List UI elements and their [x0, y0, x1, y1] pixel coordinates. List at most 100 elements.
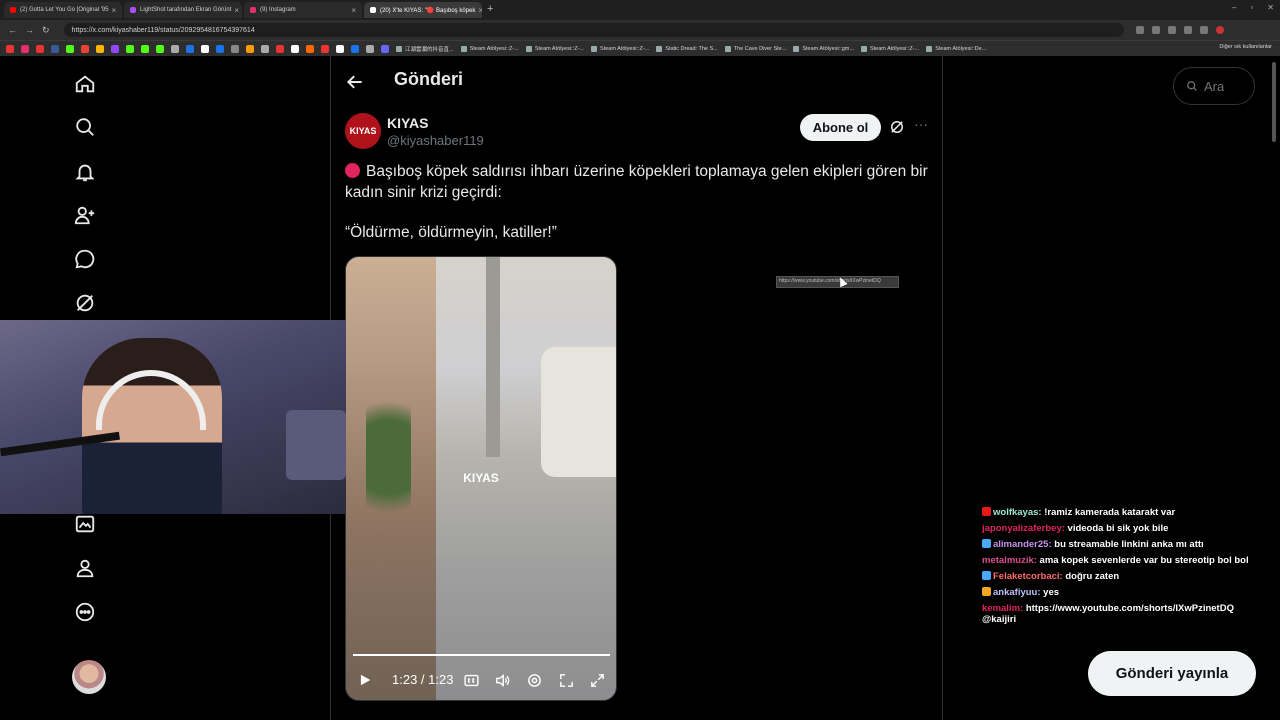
bookmark-icon[interactable]	[231, 44, 239, 53]
extension-icon[interactable]	[1151, 26, 1160, 34]
bookmark-icon[interactable]	[186, 44, 194, 53]
bookmark-link[interactable]: Static Dread: The S...	[656, 45, 718, 52]
video-progress-bar[interactable]	[353, 654, 610, 656]
bookmark-icon[interactable]	[261, 44, 269, 53]
extension-icon[interactable]	[1183, 26, 1192, 34]
red-circle-emoji-icon	[345, 163, 360, 178]
search-icon[interactable]	[72, 114, 98, 140]
follow-icon[interactable]	[72, 202, 98, 228]
video-frame-car	[541, 347, 616, 477]
bookmark-link[interactable]: Steam Atölyesi::Z-...	[525, 45, 584, 52]
sub-badge-icon	[982, 571, 991, 580]
scrollbar-thumb[interactable]	[1272, 62, 1276, 142]
author-avatar[interactable]: KIYAS	[345, 113, 381, 149]
bookmark-icon[interactable]	[201, 44, 209, 53]
bookmark-icon[interactable]	[276, 44, 284, 53]
bookmark-icon[interactable]	[156, 44, 164, 53]
settings-gear-icon[interactable]	[526, 672, 543, 689]
bookmark-link[interactable]: Steam Atölyesi::Z-...	[591, 45, 649, 52]
messages-icon[interactable]	[72, 246, 98, 272]
author-name[interactable]: KIYAS	[387, 115, 429, 131]
bookmark-icon[interactable]	[366, 44, 374, 53]
more-icon[interactable]	[72, 599, 98, 625]
bookmark-icon[interactable]	[171, 44, 179, 53]
bookmarks-bar: 江湖雲瀾的抖音直... Steam Atölyesi::Z-... Steam …	[0, 40, 1280, 56]
new-tab-icon[interactable]: +	[487, 3, 493, 15]
back-icon[interactable]: ←	[8, 25, 17, 35]
bookmark-icon[interactable]	[51, 44, 59, 53]
bookmark-link[interactable]: Steam Atölyesi::gm...	[793, 45, 854, 52]
bookmark-icon[interactable]	[6, 44, 14, 53]
bookmark-link[interactable]: Steam Atölyesi::De...	[926, 45, 986, 52]
profile-icon[interactable]	[72, 555, 98, 581]
publish-post-button[interactable]: Gönderi yayınla	[1088, 651, 1256, 696]
bookmark-link[interactable]: 江湖雲瀾的抖音直...	[396, 45, 454, 53]
maximize-icon[interactable]: ▫	[1250, 3, 1253, 12]
lightshot-favicon-icon	[130, 7, 136, 13]
bookmark-link[interactable]: The Cave Diver Ste...	[724, 45, 786, 52]
other-bookmarks-folder[interactable]: Diğer sık kullanılanlar	[1219, 44, 1272, 50]
close-tab-icon[interactable]: ×	[348, 6, 356, 15]
bookmark-icon[interactable]	[351, 44, 359, 53]
subscribe-button[interactable]: Abone ol	[800, 114, 881, 141]
browser-tab-bar: (2) Gotta Let You Go [Original '95 × Ligh…	[0, 0, 1280, 20]
grok-icon[interactable]	[888, 118, 906, 136]
volume-icon[interactable]	[494, 672, 511, 689]
browser-tab[interactable]: (9) Instagram ×	[244, 2, 362, 18]
premium-icon[interactable]	[72, 511, 98, 537]
extension-icon[interactable]	[1135, 26, 1144, 34]
browser-tab[interactable]: (2) Gotta Let You Go [Original '95 ×	[4, 2, 122, 18]
chat-message: alimander25: bu streamable linkini anka …	[982, 539, 1272, 550]
video-watermark: KIYAS	[463, 471, 499, 485]
video-time: 1:23 / 1:23	[392, 672, 454, 687]
url-input[interactable]: https://x.com/kiyashaber119/status/20929…	[63, 23, 1124, 37]
close-window-icon[interactable]: ✕	[1267, 3, 1274, 12]
close-tab-icon[interactable]: ×	[109, 6, 117, 15]
extension-icon[interactable]	[1167, 26, 1176, 34]
kick-badge-icon	[982, 507, 991, 516]
bookmark-link[interactable]: Steam Atölyesi::Z-...	[460, 45, 519, 52]
close-tab-icon[interactable]: ×	[231, 6, 239, 15]
more-options-icon[interactable]: ···	[912, 117, 930, 136]
grok-icon[interactable]	[72, 290, 98, 316]
browser-tab[interactable]: LightShot tarafından Ekran Görünt ×	[124, 2, 242, 18]
bookmark-icon[interactable]	[111, 44, 119, 53]
minimize-icon[interactable]: –	[1232, 3, 1236, 12]
play-icon[interactable]	[358, 673, 372, 687]
bookmark-icon[interactable]	[96, 44, 104, 53]
bookmark-icon[interactable]	[81, 44, 89, 53]
search-placeholder[interactable]: Ara	[1204, 79, 1224, 94]
bookmark-icon[interactable]	[381, 44, 389, 53]
video-player[interactable]: KIYAS 1:23 / 1:23	[345, 256, 617, 701]
bookmark-icon[interactable]	[66, 44, 74, 53]
bookmark-icon[interactable]	[336, 44, 344, 53]
bookmark-link[interactable]: Steam Atölyesi::Z-...	[860, 45, 919, 52]
x-favicon-icon	[370, 7, 376, 13]
bookmark-icon[interactable]	[36, 44, 44, 53]
captions-icon[interactable]	[463, 672, 480, 689]
bookmark-icon[interactable]	[321, 44, 329, 53]
bookmark-icon[interactable]	[291, 44, 299, 53]
author-handle[interactable]: @kiyashaber119	[387, 133, 484, 148]
profile-avatar-icon[interactable]	[1215, 26, 1224, 34]
fullscreen-icon[interactable]	[589, 672, 606, 689]
picture-in-picture-icon[interactable]	[558, 672, 575, 689]
extension-icon[interactable]	[1199, 26, 1208, 34]
bookmark-icon[interactable]	[246, 44, 254, 53]
page-title: Gönderi	[394, 69, 464, 89]
notifications-icon[interactable]	[72, 159, 98, 185]
bookmark-icon[interactable]	[141, 44, 149, 53]
account-avatar[interactable]	[72, 660, 106, 694]
bookmark-icon[interactable]	[216, 44, 224, 53]
bookmark-icon[interactable]	[306, 44, 314, 53]
search-box[interactable]: Ara	[1173, 67, 1255, 105]
reload-icon[interactable]: ↻	[42, 25, 50, 36]
close-tab-icon[interactable]: ×	[475, 6, 482, 15]
browser-tab-active[interactable]: (20) X'te KIYAS: "🔴 Başıboş köpek ×	[364, 2, 482, 18]
bookmark-icon[interactable]	[126, 44, 134, 53]
forward-icon[interactable]: →	[25, 25, 34, 35]
bookmark-icon[interactable]	[21, 44, 29, 53]
home-icon[interactable]	[72, 71, 98, 97]
back-arrow-icon[interactable]	[345, 72, 365, 92]
window-controls: – ▫ ✕	[1232, 3, 1274, 12]
